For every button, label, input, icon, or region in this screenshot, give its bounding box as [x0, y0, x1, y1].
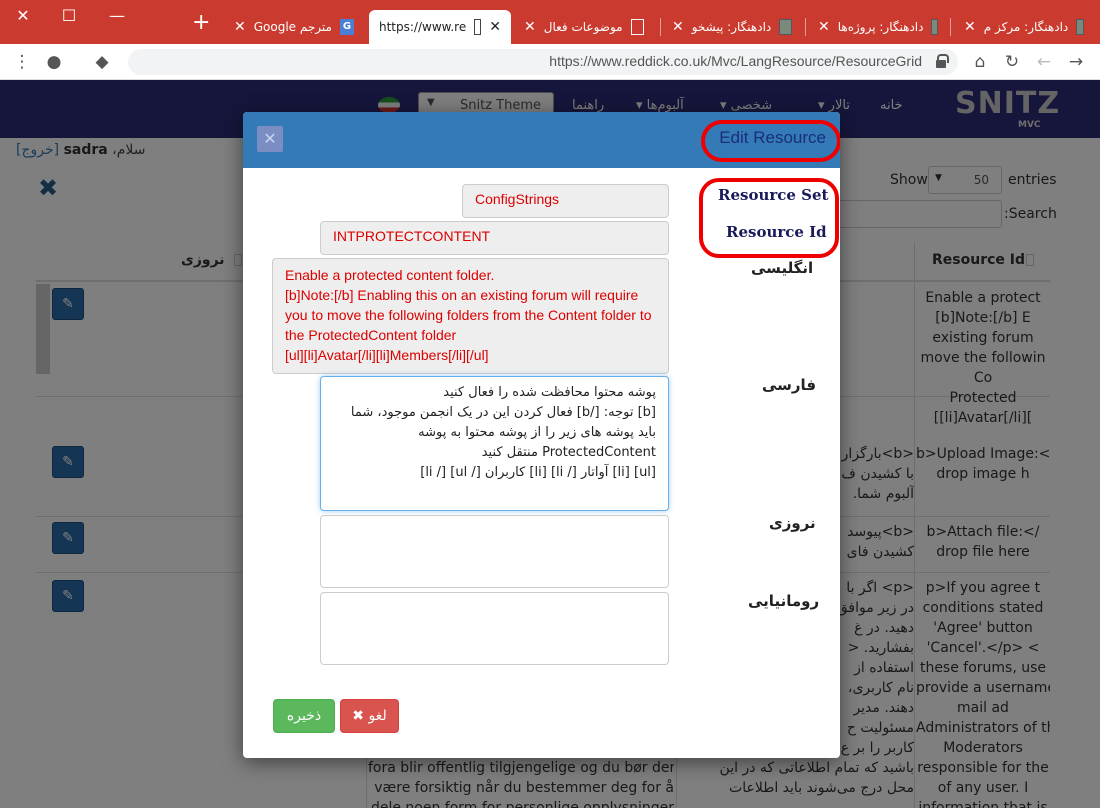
- label-farsi: فارسی: [762, 376, 817, 394]
- google-translate-icon: G: [339, 19, 354, 35]
- cancel-label: لغو: [368, 708, 387, 724]
- tab-label: https://www.re: [379, 20, 467, 34]
- new-tab-button[interactable]: +: [192, 12, 210, 34]
- tab-datanegar-center[interactable]: دادهنگار: مرکز م ✕: [954, 10, 1094, 44]
- browser-tabstrip: ✕ ☐ — + G مترجم Google ✕ https://www.re …: [0, 0, 1100, 44]
- close-icon[interactable]: ✕: [257, 126, 283, 152]
- tab-label: مترجم Google: [253, 20, 332, 34]
- annotation-circle: [699, 178, 839, 258]
- reload-icon[interactable]: ↻: [1000, 50, 1024, 74]
- site-favicon-icon: [779, 19, 792, 35]
- close-tab-icon[interactable]: ✕: [524, 20, 536, 34]
- tab-label: موضوعات فعال: [543, 20, 623, 34]
- annotation-circle: [701, 120, 840, 162]
- save-button[interactable]: ذخیره: [273, 699, 335, 733]
- site-favicon-icon: [1076, 19, 1084, 35]
- tab-datanegar-projects[interactable]: دادهنگار: پروژه‌ها ✕: [808, 10, 948, 44]
- edit-resource-modal: ✕ Edit Resource Resource Set Resource Id…: [243, 112, 840, 758]
- document-icon: [630, 19, 644, 35]
- document-icon: [474, 19, 482, 35]
- label-nowruzi: نروزی: [769, 514, 816, 532]
- resource-set-field[interactable]: ConfigStrings: [462, 184, 669, 218]
- tab-label: دادهنگار: مرکز م: [983, 20, 1069, 34]
- close-tab-icon[interactable]: ✕: [234, 20, 246, 34]
- tab-google-translate[interactable]: G مترجم Google ✕: [224, 10, 364, 44]
- tab-active-reddick[interactable]: https://www.re ✕: [369, 10, 511, 44]
- browser-toolbar: ⋮ ● ◆ ☆ https://www.reddick.co.uk/Mvc/La…: [0, 44, 1100, 80]
- url-text: https://www.reddick.co.uk/Mvc/LangResour…: [549, 53, 922, 69]
- farsi-textarea[interactable]: پوشه محتوا محافظت شده را فعال کنید [b] ت…: [320, 376, 669, 511]
- tab-label: دادهنگار: پروژه‌ها: [837, 20, 924, 34]
- cancel-button[interactable]: لغو ✖: [340, 699, 399, 733]
- romanian-textarea[interactable]: [320, 592, 669, 665]
- extension-icon[interactable]: ◆: [90, 50, 114, 74]
- minimize-window-icon[interactable]: —: [104, 6, 130, 26]
- profile-icon[interactable]: ●: [42, 50, 66, 74]
- site-favicon-icon: [931, 19, 938, 35]
- maximize-window-icon[interactable]: ☐: [56, 6, 82, 26]
- close-tab-icon[interactable]: ✕: [818, 20, 830, 34]
- address-bar[interactable]: https://www.reddick.co.uk/Mvc/LangResour…: [128, 49, 958, 75]
- close-tab-icon[interactable]: ✕: [489, 20, 501, 34]
- resource-id-field[interactable]: INTPROTECTCONTENT: [320, 221, 669, 255]
- tab-datanegar-dashboard[interactable]: دادهنگار: پیشخو ✕: [662, 10, 802, 44]
- tab-label: دادهنگار: پیشخو: [691, 20, 772, 34]
- close-tab-icon[interactable]: ✕: [672, 20, 684, 34]
- nowruzi-textarea[interactable]: [320, 515, 669, 588]
- label-english: انگلیسی: [751, 259, 814, 277]
- tab-active-topics[interactable]: موضوعات فعال ✕: [514, 10, 654, 44]
- forward-icon[interactable]: →: [1064, 50, 1088, 74]
- english-textarea[interactable]: Enable a protected content folder. [b]No…: [272, 258, 669, 374]
- home-icon[interactable]: ⌂: [968, 50, 992, 74]
- modal-header: ✕ Edit Resource: [243, 112, 840, 168]
- close-tab-icon[interactable]: ✕: [964, 20, 976, 34]
- menu-icon[interactable]: ⋮: [10, 50, 34, 74]
- label-romanian: رومانیایی: [748, 592, 820, 610]
- close-window-icon[interactable]: ✕: [10, 6, 36, 26]
- x-icon: ✖: [352, 708, 364, 724]
- back-icon[interactable]: ←: [1032, 50, 1056, 74]
- lock-icon: [936, 54, 949, 68]
